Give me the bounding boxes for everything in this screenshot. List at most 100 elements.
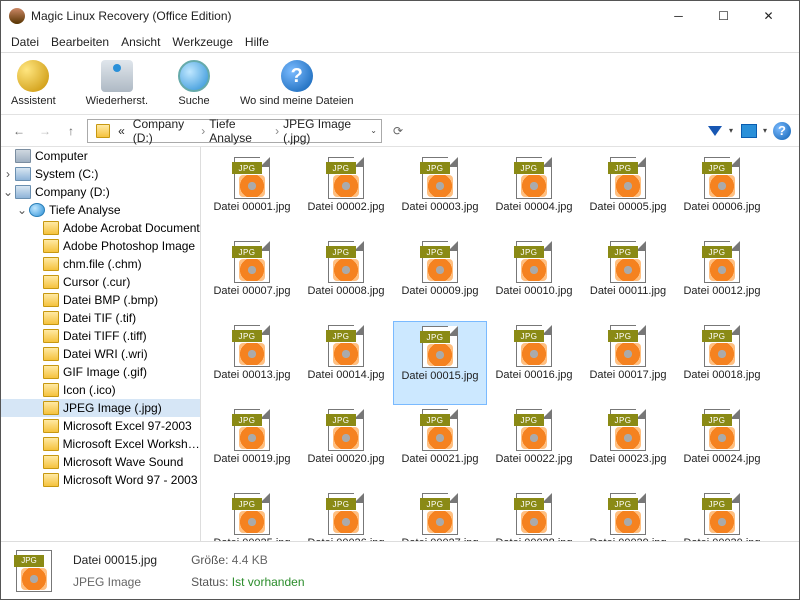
tree-node[interactable]: Datei TIF (.tif) xyxy=(1,309,200,327)
file-grid[interactable]: JPGDatei 00001.jpgJPGDatei 00002.jpgJPGD… xyxy=(201,147,799,541)
file-thumb: JPG xyxy=(229,325,275,367)
menu-file[interactable]: Datei xyxy=(11,35,39,49)
tree-node[interactable]: Computer xyxy=(1,147,200,165)
file-item[interactable]: JPGDatei 00018.jpg xyxy=(675,321,769,405)
file-item[interactable]: JPGDatei 00021.jpg xyxy=(393,405,487,489)
file-thumb: JPG xyxy=(323,241,369,283)
tree-label: Microsoft Word 97 - 2003 xyxy=(63,473,198,487)
file-thumb: JPG xyxy=(699,493,745,535)
file-item[interactable]: JPGDatei 00007.jpg xyxy=(205,237,299,321)
file-item[interactable]: JPGDatei 00023.jpg xyxy=(581,405,675,489)
file-item[interactable]: JPGDatei 00029.jpg xyxy=(581,489,675,541)
folder-icon xyxy=(43,221,59,235)
file-item[interactable]: JPGDatei 00014.jpg xyxy=(299,321,393,405)
file-item[interactable]: JPGDatei 00004.jpg xyxy=(487,153,581,237)
file-item[interactable]: JPG Datei 00008.jpg xyxy=(299,237,393,321)
breadcrumb-seg-2[interactable]: JPEG Image (.jpg) xyxy=(279,117,372,145)
file-name: Datei 00009.jpg xyxy=(393,285,487,297)
file-item[interactable]: JPGDatei 00028.jpg xyxy=(487,489,581,541)
file-name: Datei 00002.jpg xyxy=(299,201,393,213)
tree-node[interactable]: Adobe Photoshop Image xyxy=(1,237,200,255)
breadcrumb[interactable]: « Company (D:) › Tiefe Analyse › JPEG Im… xyxy=(87,119,382,143)
file-item[interactable]: JPGDatei 00010.jpg xyxy=(487,237,581,321)
file-item[interactable]: JPGDatei 00020.jpg xyxy=(299,405,393,489)
file-item[interactable]: JPGDatei 00003.jpg xyxy=(393,153,487,237)
file-item[interactable]: JPGDatei 00019.jpg xyxy=(205,405,299,489)
filter-button[interactable] xyxy=(705,121,725,141)
breadcrumb-seg-0[interactable]: Company (D:) xyxy=(129,117,201,145)
file-item[interactable]: JPGDatei 00011.jpg xyxy=(581,237,675,321)
file-thumb: JPG xyxy=(417,409,463,451)
picture-icon xyxy=(741,124,757,138)
menu-view[interactable]: Ansicht xyxy=(121,35,160,49)
tree-node[interactable]: Microsoft Excel Worksheet xyxy=(1,435,200,453)
search-button[interactable]: Suche xyxy=(178,60,210,107)
view-dropdown-icon[interactable]: ▾ xyxy=(763,126,767,135)
folder-icon xyxy=(43,419,59,433)
tree-node[interactable]: ⌄Company (D:) xyxy=(1,183,200,201)
tree-node[interactable]: JPEG Image (.jpg) xyxy=(1,399,200,417)
tree-label: System (C:) xyxy=(35,167,98,181)
file-item[interactable]: JPGDatei 00017.jpg xyxy=(581,321,675,405)
menu-help[interactable]: Hilfe xyxy=(245,35,269,49)
file-item[interactable]: JPGDatei 00024.jpg xyxy=(675,405,769,489)
menu-tools[interactable]: Werkzeuge xyxy=(172,35,232,49)
minimize-button[interactable]: ─ xyxy=(656,2,701,30)
filter-dropdown-icon[interactable]: ▾ xyxy=(729,126,733,135)
refresh-button[interactable]: ⟳ xyxy=(388,121,408,141)
funnel-icon xyxy=(708,126,722,136)
tree-node[interactable]: chm.file (.chm) xyxy=(1,255,200,273)
where-files-button[interactable]: ? Wo sind meine Dateien xyxy=(240,60,354,107)
file-thumb: JPG xyxy=(605,241,651,283)
tree-node[interactable]: Microsoft Word 97 - 2003 xyxy=(1,471,200,489)
status-status-value: Ist vorhanden xyxy=(232,575,305,589)
file-item[interactable]: JPGDatei 00006.jpg xyxy=(675,153,769,237)
tree-node[interactable]: GIF Image (.gif) xyxy=(1,363,200,381)
file-name: Datei 00008.jpg xyxy=(299,285,393,297)
forward-button[interactable]: → xyxy=(35,121,55,141)
breadcrumb-prefix: « xyxy=(114,124,129,138)
help-button[interactable]: ? xyxy=(773,122,791,140)
file-item[interactable]: JPGDatei 00025.jpg xyxy=(205,489,299,541)
jpg-badge: JPG xyxy=(326,498,356,510)
tree-node[interactable]: Datei BMP (.bmp) xyxy=(1,291,200,309)
file-thumb: JPG xyxy=(229,409,275,451)
up-button[interactable]: ↑ xyxy=(61,121,81,141)
file-item[interactable]: JPGDatei 00022.jpg xyxy=(487,405,581,489)
tree-node[interactable]: Icon (.ico) xyxy=(1,381,200,399)
file-item[interactable]: JPGDatei 00015.jpg xyxy=(393,321,487,405)
jpg-badge: JPG xyxy=(702,414,732,426)
file-item[interactable]: JPGDatei 00001.jpg xyxy=(205,153,299,237)
view-mode-button[interactable] xyxy=(739,121,759,141)
file-item[interactable]: JPGDatei 00012.jpg xyxy=(675,237,769,321)
tree-node[interactable]: Cursor (.cur) xyxy=(1,273,200,291)
close-button[interactable]: ✕ xyxy=(746,2,791,30)
file-item[interactable]: JPGDatei 00002.jpg xyxy=(299,153,393,237)
file-item[interactable]: JPGDatei 00026.jpg xyxy=(299,489,393,541)
back-button[interactable]: ← xyxy=(9,121,29,141)
file-item[interactable]: JPGDatei 00030.jpg xyxy=(675,489,769,541)
tree-label: Microsoft Wave Sound xyxy=(63,455,183,469)
tree-node[interactable]: ›System (C:) xyxy=(1,165,200,183)
tree-node[interactable]: Datei WRI (.wri) xyxy=(1,345,200,363)
file-item[interactable]: JPGDatei 00016.jpg xyxy=(487,321,581,405)
assistant-button[interactable]: Assistent xyxy=(11,60,56,107)
menu-edit[interactable]: Bearbeiten xyxy=(51,35,109,49)
file-item[interactable]: JPGDatei 00009.jpg xyxy=(393,237,487,321)
file-item[interactable]: JPGDatei 00013.jpg xyxy=(205,321,299,405)
restore-button[interactable]: Wiederherst. xyxy=(86,60,148,107)
tree-node[interactable]: ⌄Tiefe Analyse xyxy=(1,201,200,219)
tree-node[interactable]: Microsoft Excel 97-2003 xyxy=(1,417,200,435)
tree-node[interactable]: Microsoft Wave Sound xyxy=(1,453,200,471)
breadcrumb-dropdown-icon[interactable]: ⌄ xyxy=(370,126,377,135)
file-item[interactable]: JPGDatei 00027.jpg xyxy=(393,489,487,541)
folder-icon xyxy=(43,455,59,469)
jpg-badge: JPG xyxy=(702,162,732,174)
breadcrumb-seg-1[interactable]: Tiefe Analyse xyxy=(205,117,275,145)
jpg-badge: JPG xyxy=(702,498,732,510)
tree-node[interactable]: Datei TIFF (.tiff) xyxy=(1,327,200,345)
tree-node[interactable]: Adobe Acrobat Document xyxy=(1,219,200,237)
file-item[interactable]: JPGDatei 00005.jpg xyxy=(581,153,675,237)
maximize-button[interactable]: ☐ xyxy=(701,2,746,30)
status-size-label: Größe: xyxy=(191,553,228,567)
